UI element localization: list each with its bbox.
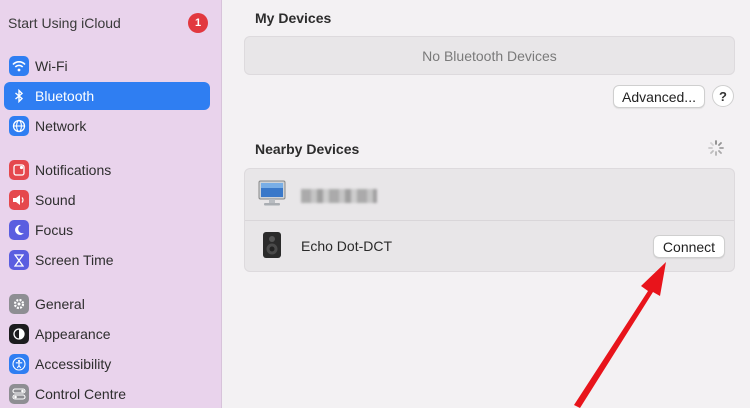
loading-spinner-icon [708,140,724,156]
sidebar-item-label: Notifications [35,162,112,178]
globe-icon [9,116,29,136]
speaker-icon [9,190,29,210]
gear-icon [9,294,29,314]
sidebar-item-label: Focus [35,222,74,238]
bell-icon [9,160,29,180]
main-content: My Devices No Bluetooth Devices Advanced… [223,0,750,408]
speaker-device-icon [257,230,287,263]
sidebar-item-focus[interactable]: Focus [4,216,210,244]
sidebar-item-accessibility[interactable]: Accessibility [4,350,210,378]
sidebar-item-bluetooth[interactable]: Bluetooth [4,82,210,110]
icloud-label: Start Using iCloud [8,15,121,31]
sidebar-item-label: Control Centre [35,386,127,402]
monitor-icon [257,178,287,211]
nearby-devices-panel: Echo Dot-DCT Connect [244,168,735,272]
sidebar-item-label: Screen Time [35,252,114,268]
advanced-button[interactable]: Advanced... [613,85,705,108]
sidebar-item-label: Wi-Fi [35,58,68,74]
bluetooth-icon [9,86,29,106]
sidebar-item-label: Bluetooth [35,88,95,104]
sidebar-item-label: General [35,296,85,312]
sidebar-item-label: Accessibility [35,356,112,372]
no-devices-text: No Bluetooth Devices [422,47,557,64]
sidebar-item-label: Sound [35,192,76,208]
my-devices-title: My Devices [255,10,332,26]
connect-button[interactable]: Connect [653,235,725,258]
sidebar-item-general[interactable]: General [4,290,210,318]
notification-badge: 1 [188,13,208,33]
device-row[interactable]: Echo Dot-DCT Connect [245,220,734,271]
accessibility-icon [9,354,29,374]
control-centre-icon [9,384,29,404]
sidebar-item-screen-time[interactable]: Screen Time [4,246,210,274]
sidebar-item-sound[interactable]: Sound [4,186,210,214]
blurred-device-name [301,188,377,203]
moon-icon [9,220,29,240]
sidebar: Start Using iCloud 1 Wi-Fi Bluetooth Net… [0,0,222,408]
device-row[interactable] [245,169,734,220]
device-name: Echo Dot-DCT [301,238,393,254]
nearby-devices-title: Nearby Devices [255,141,360,157]
sidebar-item-control-centre[interactable]: Control Centre [4,380,210,408]
sidebar-item-wifi[interactable]: Wi-Fi [4,52,210,80]
appearance-icon [9,324,29,344]
my-devices-panel: No Bluetooth Devices [244,36,735,75]
wifi-icon [9,56,29,76]
hourglass-icon [9,250,29,270]
help-button[interactable]: ? [712,85,734,107]
icloud-row[interactable]: Start Using iCloud 1 [8,12,208,34]
sidebar-item-notifications[interactable]: Notifications [4,156,210,184]
sidebar-item-label: Appearance [35,326,111,342]
sidebar-item-appearance[interactable]: Appearance [4,320,210,348]
sidebar-item-network[interactable]: Network [4,112,210,140]
sidebar-item-label: Network [35,118,87,134]
